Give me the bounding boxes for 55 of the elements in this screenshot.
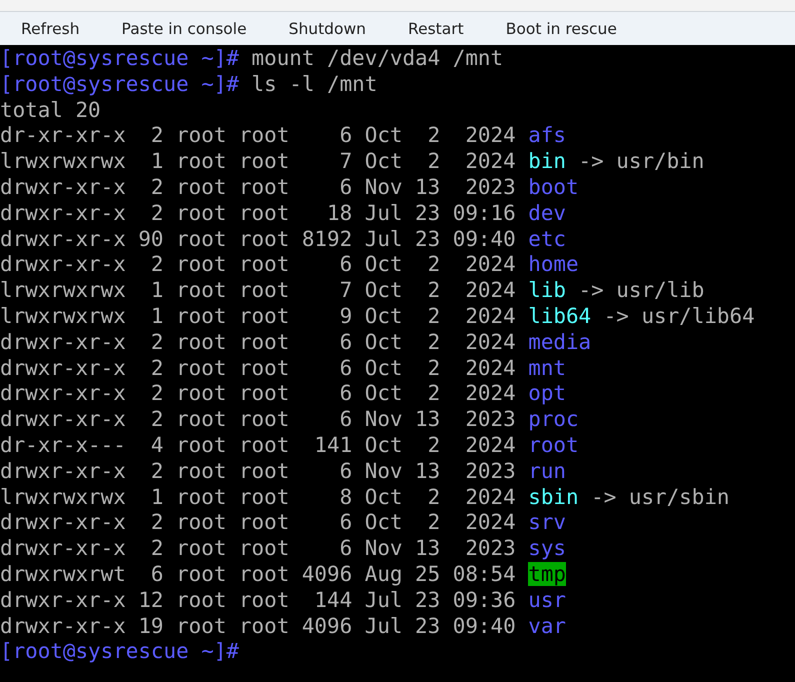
terminal-text: drwxr-xr-x 2 root root 6 Nov 13 2023	[0, 174, 517, 199]
terminal-text: drwxr-xr-x 2 root root 6 Oct 2 2024	[0, 510, 517, 534]
directory-name: var	[528, 614, 566, 638]
directory-name: proc	[528, 407, 579, 432]
toolbar-button[interactable]: Restart	[387, 12, 485, 45]
directory-name: root	[528, 432, 579, 457]
directory-name: tmp	[528, 562, 566, 586]
terminal-text: lrwxrwxrwx 1 root root 7 Oct 2 2024	[0, 149, 517, 174]
terminal-text: drwxr-xr-x 2 root root 6 Nov 13 2023	[0, 407, 517, 432]
terminal-text: drwxr-xr-x 2 root root 6 Oct 2 2024	[0, 252, 517, 276]
directory-name: mnt	[528, 356, 566, 380]
directory-name: sys	[528, 536, 566, 560]
prompt: [root@sysrescue ~]#	[0, 72, 239, 96]
terminal-text: drwxrwxrwt 6 root root 4096 Aug 25 08:54	[0, 562, 517, 586]
terminal-text: dr-xr-x--- 4 root root 141 Oct 2 2024	[0, 432, 517, 457]
terminal-text: drwxr-xr-x 2 root root 6 Oct 2 2024	[0, 381, 517, 406]
terminal-text: drwxr-xr-x 2 root root 6 Oct 2 2024	[0, 356, 517, 380]
toolbar-button[interactable]: Shutdown	[268, 12, 387, 45]
terminal-text: mount /dev/vda4 /mnt	[250, 46, 504, 70]
terminal-text: drwxr-xr-x 2 root root 6 Nov 13 2023	[0, 458, 517, 483]
symlink-name: sbin	[528, 484, 579, 509]
directory-name: afs	[528, 123, 566, 148]
terminal-text: drwxr-xr-x 19 root root 4096 Jul 23 09:40	[0, 614, 517, 638]
symlink-name: bin	[528, 149, 566, 174]
toolbar-button[interactable]: Boot in rescue	[484, 12, 638, 45]
terminal-text: lrwxrwxrwx 1 root root 7 Oct 2 2024	[0, 278, 517, 302]
terminal-text: dr-xr-xr-x 2 root root 6 Oct 2 2024	[0, 123, 517, 148]
directory-name: boot	[528, 174, 579, 199]
terminal-text: -> usr/lib64	[602, 304, 755, 328]
directory-name: usr	[528, 588, 566, 612]
terminal-text: total 20	[0, 98, 101, 122]
toolbar-button[interactable]: Paste in console	[100, 12, 268, 45]
terminal-text: drwxr-xr-x 2 root root 6 Nov 13 2023	[0, 536, 517, 560]
directory-name: dev	[528, 200, 566, 225]
terminal-text: lrwxrwxrwx 1 root root 9 Oct 2 2024	[0, 304, 517, 328]
directory-name: home	[528, 252, 579, 276]
terminal-text: -> usr/lib	[578, 278, 704, 302]
directory-name: run	[528, 458, 566, 483]
directory-name: etc	[528, 226, 566, 251]
terminal-text: drwxr-xr-x 2 root root 6 Oct 2 2024	[0, 330, 517, 354]
terminal-text: lrwxrwxrwx 1 root root 8 Oct 2 2024	[0, 484, 517, 509]
terminal-text: ls -l /mnt	[250, 72, 378, 96]
terminal-text: -> usr/sbin	[590, 484, 730, 509]
symlink-name: lib64	[528, 304, 592, 328]
directory-name: opt	[528, 381, 566, 406]
directory-name: media	[528, 330, 592, 354]
terminal-text: -> usr/bin	[578, 149, 704, 174]
terminal-text: drwxr-xr-x 2 root root 18 Jul 23 09:16	[0, 200, 517, 225]
symlink-name: lib	[528, 278, 566, 302]
toolbar-button[interactable]: Refresh	[0, 12, 101, 45]
prompt: [root@sysrescue ~]#	[0, 639, 239, 664]
terminal-text: drwxr-xr-x 90 root root 8192 Jul 23 09:40	[0, 226, 517, 251]
prompt: [root@sysrescue ~]#	[0, 46, 239, 70]
terminal-text: drwxr-xr-x 12 root root 144 Jul 23 09:36	[0, 588, 517, 612]
directory-name: srv	[528, 510, 566, 534]
